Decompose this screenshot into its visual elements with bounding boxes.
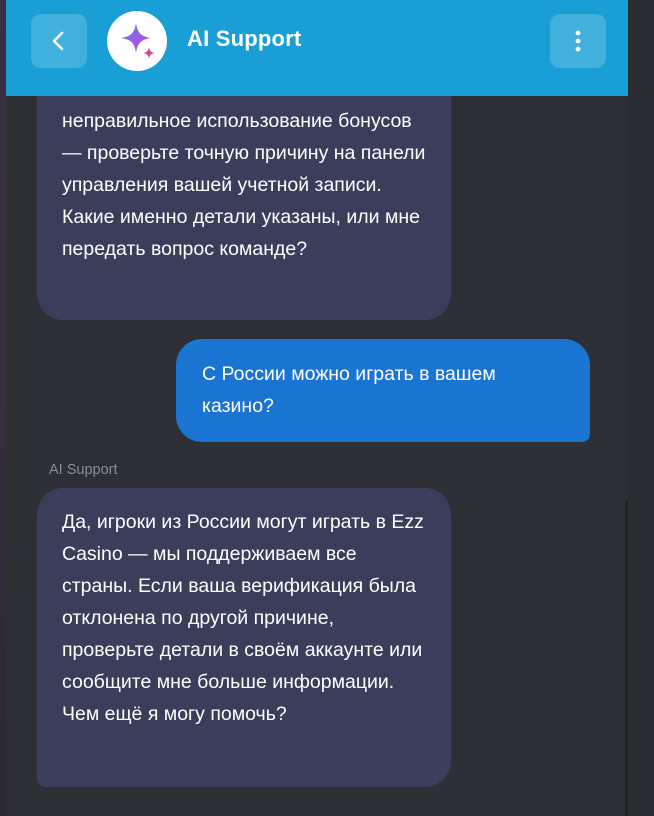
chat-window: неправильное использование бонусов — про… (6, 0, 628, 816)
menu-button[interactable] (550, 14, 606, 68)
message-text: Да, игроки из России могут играть в Ezz … (62, 511, 424, 725)
kebab-menu-icon (575, 30, 581, 52)
chat-title: AI Support (187, 26, 302, 51)
user-message: С России можно играть в вашем казино? (176, 339, 590, 442)
chevron-left-icon (52, 31, 64, 51)
back-button[interactable] (31, 14, 87, 68)
sender-label: AI Support (49, 462, 118, 478)
bot-message: неправильное использование бонусов — про… (37, 60, 451, 320)
message-text: неправильное использование бонусов — про… (62, 110, 426, 260)
chat-header: AI Support (6, 0, 628, 96)
bot-message: Да, игроки из России могут играть в Ezz … (37, 488, 451, 787)
sparkle-star-icon (121, 23, 155, 59)
background-edge (628, 0, 654, 816)
message-text: С России можно играть в вашем казино? (202, 363, 496, 417)
avatar (107, 11, 167, 71)
